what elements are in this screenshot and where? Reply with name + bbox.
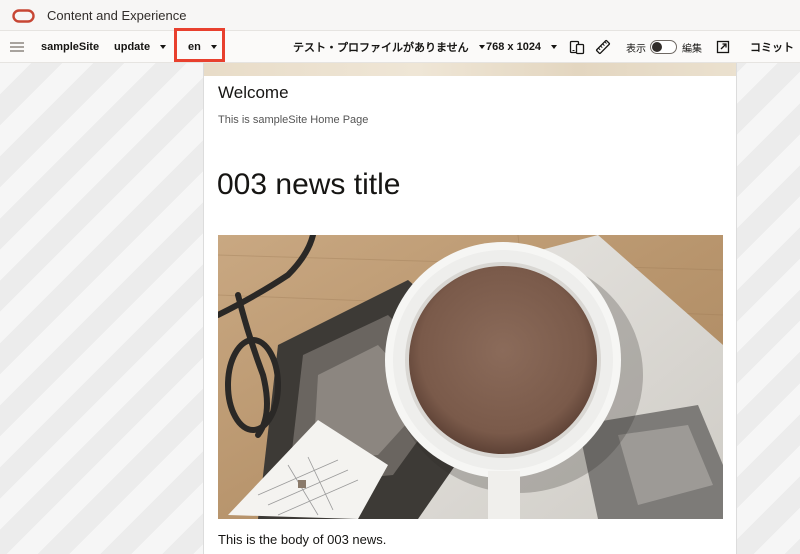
site-name-label: sampleSite — [41, 41, 100, 53]
news-body: This is the body of 003 news. — [218, 532, 387, 547]
chevron-down-icon — [160, 45, 167, 49]
hamburger-menu-icon[interactable] — [10, 42, 24, 52]
open-external-icon[interactable] — [715, 39, 731, 55]
app-header: Content and Experience — [0, 0, 800, 31]
device-preview-icon[interactable] — [569, 39, 585, 55]
view-label: 表示 — [626, 43, 646, 55]
profile-dropdown[interactable]: テスト・プロファイルがありません — [293, 31, 485, 63]
home-subtitle: This is sampleSite Home Page — [218, 114, 369, 126]
update-dropdown[interactable]: update — [114, 31, 167, 63]
oracle-logo-icon — [12, 9, 35, 23]
news-image — [218, 235, 723, 519]
site-toolbar: sampleSite update en テスト・プロファイルがありません 76… — [0, 31, 800, 63]
profile-label: テスト・プロファイルがありません — [293, 42, 469, 54]
edit-mode-toggle[interactable] — [650, 40, 677, 54]
device-size-dropdown[interactable]: 768 x 1024 — [486, 31, 558, 63]
ruler-icon[interactable] — [595, 39, 611, 55]
site-page-preview: Welcome This is sampleSite Home Page 003… — [203, 63, 737, 554]
update-label: update — [114, 41, 151, 53]
device-size-label: 768 x 1024 — [486, 41, 542, 53]
welcome-heading: Welcome — [218, 83, 289, 102]
news-title: 003 news title — [217, 168, 401, 201]
chevron-down-icon — [551, 45, 558, 49]
commit-button[interactable]: コミット — [750, 31, 794, 63]
language-highlight-box — [174, 28, 225, 62]
editor-canvas: Welcome This is sampleSite Home Page 003… — [0, 63, 800, 554]
app-title: Content and Experience — [47, 8, 187, 23]
site-name[interactable]: sampleSite — [41, 31, 99, 63]
chevron-down-icon — [478, 45, 485, 49]
page-header-banner — [204, 63, 736, 76]
toggle-knob — [652, 42, 662, 52]
commit-label: コミット — [750, 42, 794, 54]
edit-label: 編集 — [682, 43, 702, 55]
